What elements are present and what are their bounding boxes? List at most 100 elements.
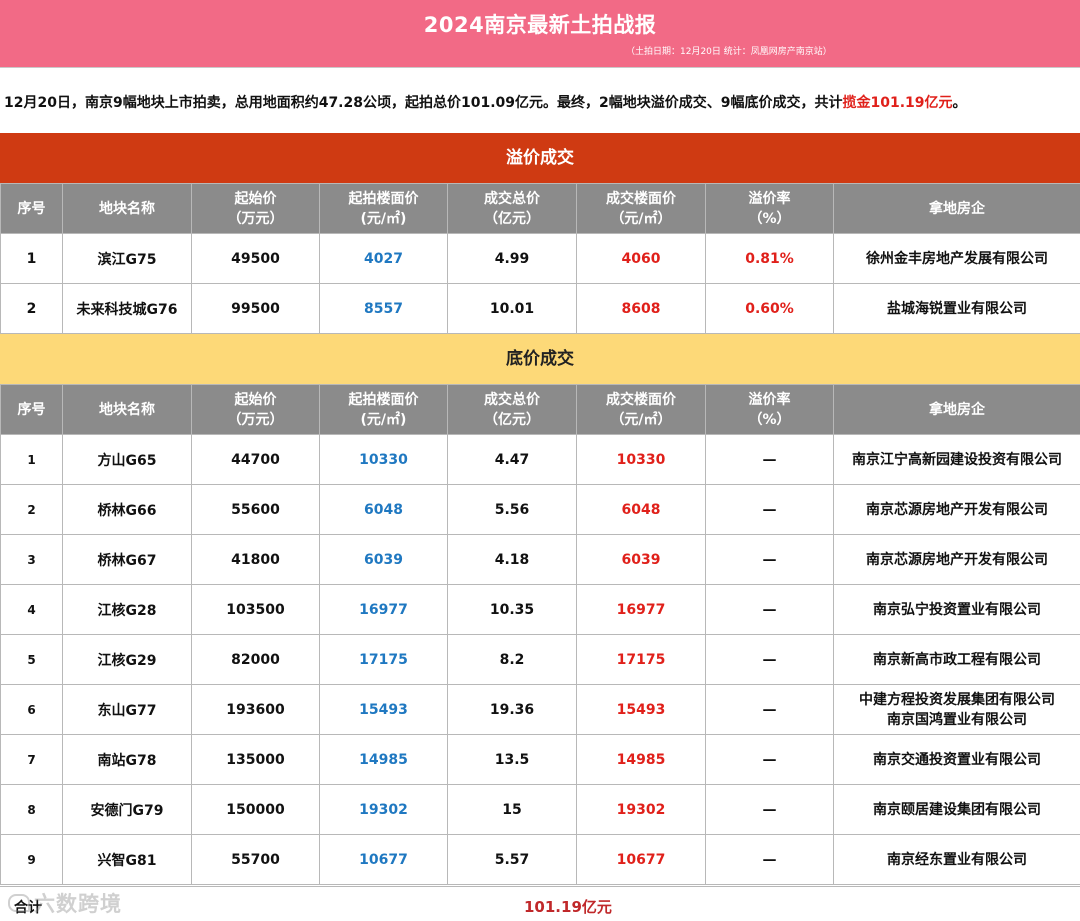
col-start-price: 44700 bbox=[191, 434, 320, 485]
col-premium-rate: — bbox=[705, 734, 834, 785]
col-deal-floor-price: 17175 bbox=[576, 634, 706, 685]
col-start-price: 193600 bbox=[191, 684, 320, 735]
col-total-price: 13.5 bbox=[447, 734, 577, 785]
col-start-price: 99500 bbox=[191, 283, 320, 334]
col-premium-rate: — bbox=[705, 484, 834, 535]
col-name: 东山G77 bbox=[62, 684, 192, 735]
col-company: 南京弘宁投资置业有限公司 bbox=[833, 584, 1080, 635]
col-start-floor-price: 17175 bbox=[319, 634, 448, 685]
col-start-price: 55600 bbox=[191, 484, 320, 535]
col-start-price: 150000 bbox=[191, 784, 320, 835]
col-start-floor-price: 6039 bbox=[319, 534, 448, 585]
col-deal-floor-price: 6039 bbox=[576, 534, 706, 585]
col-total-price: 10.01 bbox=[447, 283, 577, 334]
col-start-floor-price: 10330 bbox=[319, 434, 448, 485]
col-premium-rate: — bbox=[705, 684, 834, 735]
table-row: 8 安德门G79 150000 19302 15 19302— 南京颐居建设集团有限公司 bbox=[0, 784, 1080, 835]
col-no: 2 bbox=[0, 484, 63, 535]
section-floor-title: 底价成交 bbox=[0, 334, 1080, 384]
col-total-price: 10.35 bbox=[447, 584, 577, 635]
col-premium-rate: 0.81% bbox=[705, 233, 834, 284]
total-row: 合计 101.19亿元 bbox=[0, 886, 1080, 921]
header-col-start-price: 起始价 （万元） bbox=[191, 384, 320, 435]
col-name: 江核G29 bbox=[62, 634, 192, 685]
col-deal-floor-price: 6048 bbox=[576, 484, 706, 535]
col-company: 南京经东置业有限公司 bbox=[833, 834, 1080, 885]
page-subtitle: （土拍日期：12月20日 统计：凤凰网房产南京站） bbox=[626, 47, 832, 57]
col-total-price: 5.56 bbox=[447, 484, 577, 535]
header-col-company: 拿地房企 bbox=[833, 183, 1080, 234]
col-name: 方山G65 bbox=[62, 434, 192, 485]
table-row: 9 兴智G81 55700 10677 5.57 10677— 南京经东置业有限公司 bbox=[0, 834, 1080, 885]
col-name: 桥林G67 bbox=[62, 534, 192, 585]
col-deal-floor-price: 10677 bbox=[576, 834, 706, 885]
col-name: 南站G78 bbox=[62, 734, 192, 785]
summary-highlight: 揽金101.19亿元 bbox=[842, 95, 953, 111]
col-deal-floor-price: 4060 bbox=[576, 233, 706, 284]
col-company: 南京交通投资置业有限公司 bbox=[833, 734, 1080, 785]
col-no: 1 bbox=[0, 233, 63, 284]
col-name: 安德门G79 bbox=[62, 784, 192, 835]
col-start-floor-price: 10677 bbox=[319, 834, 448, 885]
col-deal-floor-price: 15493 bbox=[576, 684, 706, 735]
land-auction-report: 2024南京最新土拍战报 （土拍日期：12月20日 统计：凤凰网房产南京站） 1… bbox=[0, 0, 1080, 921]
chat-bubble-icon bbox=[8, 894, 30, 912]
table-row: 1 滨江G75 49500 4027 4.99 4060 0.81% 徐州金丰房地产发展有限公… bbox=[0, 233, 1080, 284]
col-start-price: 135000 bbox=[191, 734, 320, 785]
col-premium-rate: 0.60% bbox=[705, 283, 834, 334]
col-total-price: 8.2 bbox=[447, 634, 577, 685]
col-start-price: 55700 bbox=[191, 834, 320, 885]
col-start-price: 82000 bbox=[191, 634, 320, 685]
premium-table: 序号 地块名称 起始价 （万元） 起拍楼面价 (元/㎡) 成交总价 （亿元） 成交楼面价 … bbox=[0, 183, 1080, 334]
col-name: 桥林G66 bbox=[62, 484, 192, 535]
col-start-price: 41800 bbox=[191, 534, 320, 585]
total-value: 101.19亿元 bbox=[524, 898, 612, 916]
col-no: 3 bbox=[0, 534, 63, 585]
col-premium-rate: — bbox=[705, 784, 834, 835]
col-total-price: 19.36 bbox=[447, 684, 577, 735]
col-company: 盐城海锐置业有限公司 bbox=[833, 283, 1080, 334]
col-company: 南京芯源房地产开发有限公司 bbox=[833, 534, 1080, 585]
col-no: 2 bbox=[0, 283, 63, 334]
col-premium-rate: — bbox=[705, 634, 834, 685]
header-row: 序号 地块名称 起始价 （万元） 起拍楼面价 (元/㎡) 成交总价 （亿元） 成交楼面价 … bbox=[0, 384, 1080, 435]
col-no: 5 bbox=[0, 634, 63, 685]
table-row: 4 江核G28 103500 16977 10.35 16977— 南京弘宁投资置业有限公司 bbox=[0, 584, 1080, 635]
col-name: 兴智G81 bbox=[62, 834, 192, 885]
header-col-total-price: 成交总价 （亿元） bbox=[447, 183, 577, 234]
col-start-price: 49500 bbox=[191, 233, 320, 284]
col-company: 南京江宁高新园建设投资有限公司 bbox=[833, 434, 1080, 485]
header-col-premium-rate: 溢价率 （%） bbox=[705, 384, 834, 435]
col-start-price: 103500 bbox=[191, 584, 320, 635]
title-banner: 2024南京最新土拍战报 （土拍日期：12月20日 统计：凤凰网房产南京站） bbox=[0, 0, 1080, 68]
col-no: 1 bbox=[0, 434, 63, 485]
table-row: 2 桥林G66 55600 6048 5.56 6048— 南京芯源房地产开发有限公司 bbox=[0, 484, 1080, 535]
header-col-company: 拿地房企 bbox=[833, 384, 1080, 435]
header-col-name: 地块名称 bbox=[62, 183, 192, 234]
table-row: 7 南站G78 135000 14985 13.5 14985— 南京交通投资置业有限公司 bbox=[0, 734, 1080, 785]
col-start-floor-price: 19302 bbox=[319, 784, 448, 835]
table-row: 3 桥林G67 41800 6039 4.18 6039— 南京芯源房地产开发有限公司 bbox=[0, 534, 1080, 585]
col-deal-floor-price: 10330 bbox=[576, 434, 706, 485]
col-premium-rate: — bbox=[705, 534, 834, 585]
col-name: 江核G28 bbox=[62, 584, 192, 635]
col-start-floor-price: 8557 bbox=[319, 283, 448, 334]
floor-table: 序号 地块名称 起始价 （万元） 起拍楼面价 (元/㎡) 成交总价 （亿元） 成交楼面价 … bbox=[0, 384, 1080, 885]
header-col-no: 序号 bbox=[0, 384, 63, 435]
col-start-floor-price: 16977 bbox=[319, 584, 448, 635]
header-col-name: 地块名称 bbox=[62, 384, 192, 435]
col-deal-floor-price: 8608 bbox=[576, 283, 706, 334]
section-premium-title: 溢价成交 bbox=[0, 133, 1080, 183]
col-total-price: 4.18 bbox=[447, 534, 577, 585]
col-premium-rate: — bbox=[705, 434, 834, 485]
col-total-price: 4.99 bbox=[447, 233, 577, 284]
watermark-text: 六数跨境 bbox=[34, 892, 122, 916]
header-row: 序号 地块名称 起始价 （万元） 起拍楼面价 (元/㎡) 成交总价 （亿元） 成交楼面价 … bbox=[0, 183, 1080, 234]
col-deal-floor-price: 16977 bbox=[576, 584, 706, 635]
col-start-floor-price: 4027 bbox=[319, 233, 448, 284]
col-start-floor-price: 14985 bbox=[319, 734, 448, 785]
page-title: 2024南京最新土拍战报 bbox=[423, 13, 657, 37]
col-company: 徐州金丰房地产发展有限公司 bbox=[833, 233, 1080, 284]
col-company: 南京新高市政工程有限公司 bbox=[833, 634, 1080, 685]
col-total-price: 15 bbox=[447, 784, 577, 835]
